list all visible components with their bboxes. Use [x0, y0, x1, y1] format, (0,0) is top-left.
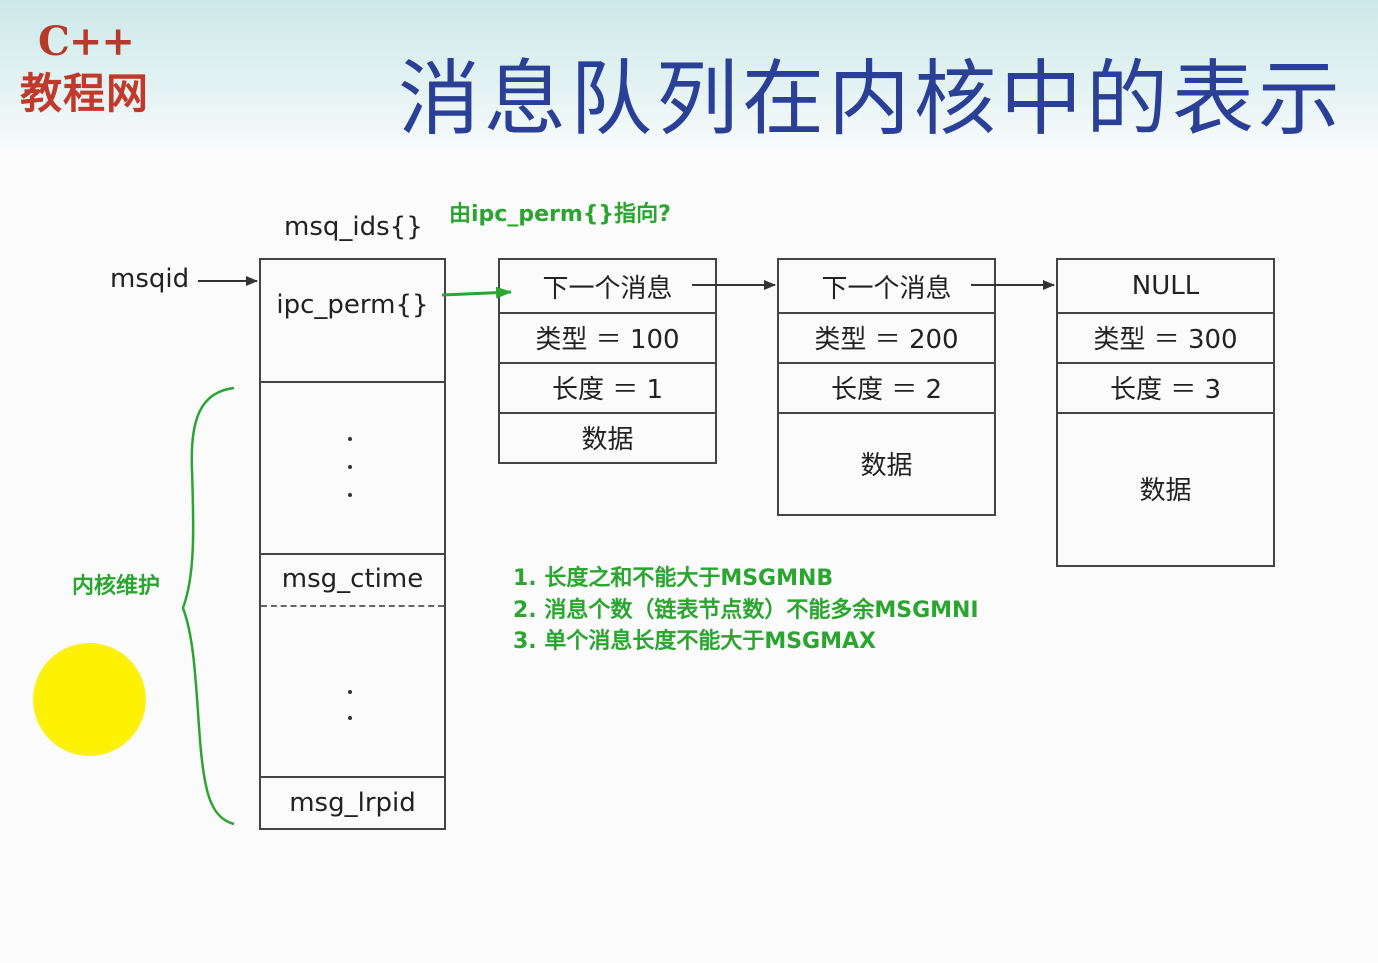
diagram-connectors: [181, 276, 1055, 826]
ipc-perm-green-arrow: [441, 286, 512, 299]
rule-2: 2. 消息个数（链表节点数）不能多余MSGMNI: [513, 598, 979, 623]
rule-1: 1. 长度之和不能大于MSGMNB: [513, 566, 834, 591]
rule-3: 3. 单个消息长度不能大于MSGMAX: [513, 629, 877, 654]
kernel-brace: [181, 386, 235, 826]
cursor-highlight: [33, 643, 146, 756]
pointer-note: 由ipc_perm{}指向?: [449, 202, 671, 227]
kernel-maintained-note: 内核维护: [72, 574, 161, 599]
